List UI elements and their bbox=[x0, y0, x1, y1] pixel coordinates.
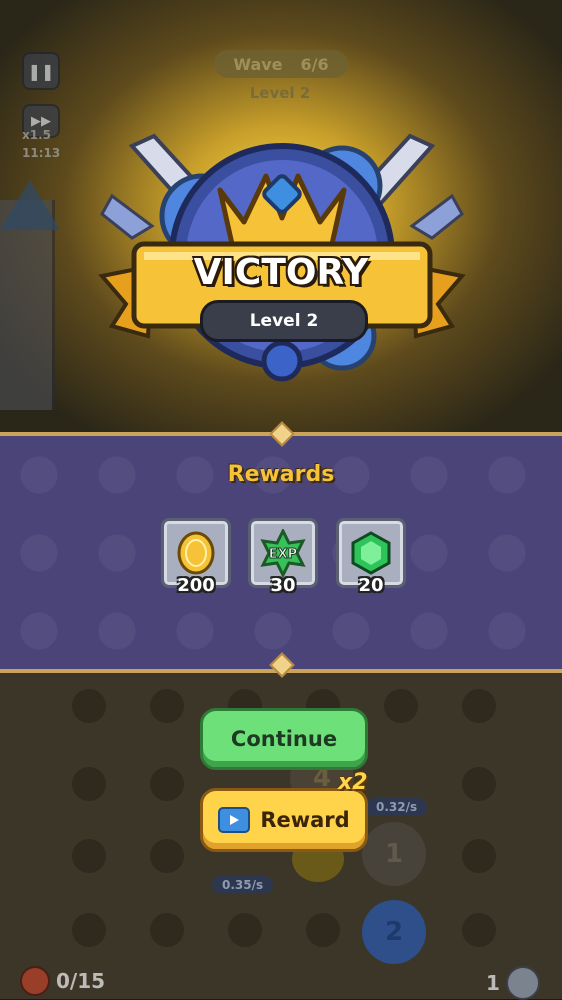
castle-tower-roof bbox=[0, 180, 60, 230]
fast-forward-icon: ▶▶ bbox=[31, 113, 51, 129]
exp-icon: EXP bbox=[260, 529, 306, 577]
stone-icon bbox=[505, 966, 540, 1000]
rewards-title: Rewards bbox=[227, 462, 335, 487]
victory-level-pill: Level 2 bbox=[200, 300, 368, 342]
meat-icon bbox=[20, 966, 50, 996]
gold-coin-icon bbox=[177, 531, 215, 575]
enemy-counter: 0/15 bbox=[20, 966, 105, 996]
castle-tower bbox=[0, 200, 55, 410]
reward-amount: 30 bbox=[270, 575, 296, 596]
stone-counter: 1 bbox=[486, 966, 540, 1000]
wave-value: 6/6 bbox=[300, 54, 329, 74]
slot-2: 2 bbox=[362, 900, 426, 964]
reward-item-exp: EXP 30 bbox=[248, 518, 318, 596]
reward-label: Reward bbox=[260, 808, 350, 832]
hud-level-label: Level 2 bbox=[249, 84, 311, 102]
reward-amount: 200 bbox=[177, 575, 215, 596]
victory-title: VICTORY bbox=[193, 252, 369, 293]
production-rate-2: 0.35/s bbox=[212, 876, 274, 894]
wave-indicator: Wave 6/6 bbox=[214, 50, 348, 78]
timer: 11:13 bbox=[22, 146, 61, 160]
continue-button[interactable]: Continue bbox=[200, 708, 368, 770]
enemy-count: 0/15 bbox=[56, 969, 106, 993]
wave-label: Wave bbox=[233, 54, 283, 74]
green-gem-icon bbox=[351, 531, 391, 575]
pause-button[interactable]: ❚❚ bbox=[22, 52, 60, 90]
speed-label: x1.5 bbox=[22, 128, 51, 142]
reward-ad-button[interactable]: Reward bbox=[200, 788, 368, 852]
play-video-icon bbox=[218, 807, 251, 833]
victory-level-text: Level 2 bbox=[249, 311, 319, 331]
production-rate-1: 0.32/s bbox=[366, 798, 428, 816]
reward-multiplier-badge: x2 bbox=[338, 770, 368, 795]
slot-1: 1 bbox=[362, 822, 426, 886]
continue-label: Continue bbox=[230, 727, 338, 751]
stone-count: 1 bbox=[486, 971, 500, 995]
exp-icon-label: EXP bbox=[269, 547, 297, 562]
reward-item-gem: 20 bbox=[336, 518, 406, 596]
reward-amount: 20 bbox=[358, 575, 384, 596]
reward-item-gold: 200 bbox=[161, 518, 231, 596]
pause-icon: ❚❚ bbox=[27, 61, 55, 81]
